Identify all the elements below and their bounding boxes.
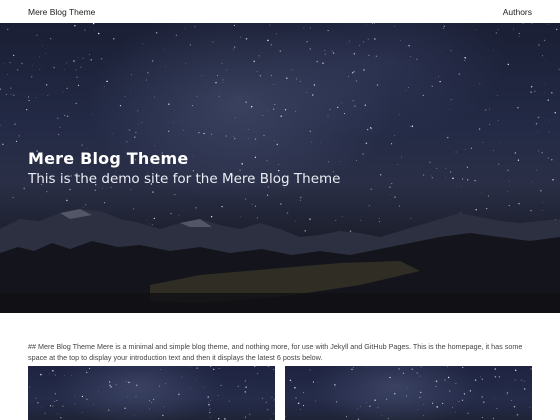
stars (29, 366, 275, 420)
hero-text-block: Mere Blog Theme This is the demo site fo… (28, 150, 340, 188)
authors-link[interactable]: Authors (503, 7, 532, 17)
hero-subtitle: This is the demo site for the Mere Blog … (28, 171, 341, 187)
post-card-1[interactable] (28, 366, 275, 420)
site-title-link[interactable]: Mere Blog Theme (28, 7, 95, 17)
post-thumbnail-image (29, 366, 275, 420)
intro-paragraph: ## Mere Blog Theme Mere is a minimal and… (28, 342, 523, 363)
stars (0, 23, 560, 233)
post-thumbnail-image (285, 366, 532, 420)
stars (285, 366, 532, 420)
hero-title: Mere Blog Theme (28, 149, 189, 168)
hero-banner: Mere Blog Theme This is the demo site fo… (0, 23, 560, 313)
top-navigation-bar: Mere Blog Theme Authors (0, 0, 560, 23)
post-card-2[interactable] (285, 366, 532, 420)
